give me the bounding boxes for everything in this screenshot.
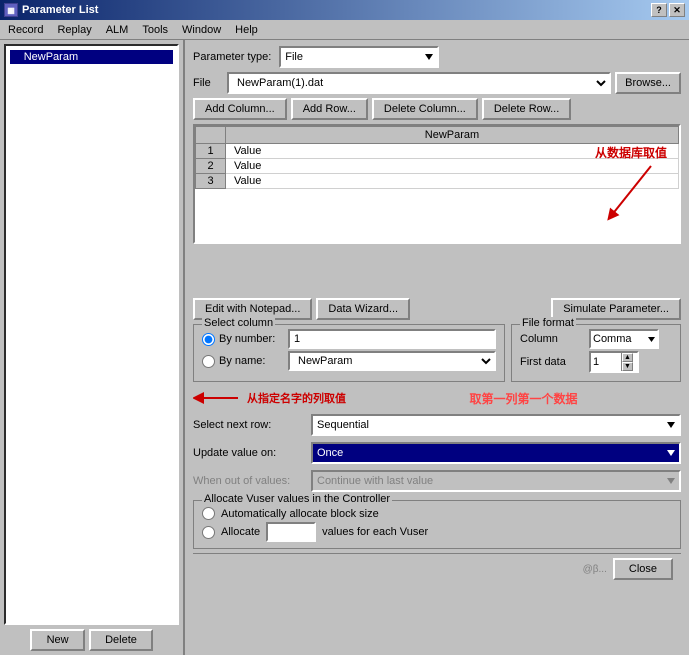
file-format-legend: File format [520,317,576,329]
tree-item-label: NewParam [24,51,78,63]
when-out-label: When out of values: [193,475,303,487]
table-col-header: NewParam [226,127,679,144]
first-data-label: First data [520,356,585,368]
spinbox-arrows: ▲ ▼ [621,353,633,371]
watermark: @β... [201,564,607,575]
file-input[interactable]: NewParam(1).dat [227,72,611,94]
update-value-select[interactable]: Once [311,442,681,464]
annotation-db: 从数据库取值 [591,144,671,221]
column-format-select[interactable]: Comma [589,329,659,349]
menu-replay[interactable]: Replay [51,22,97,38]
menu-record[interactable]: Record [2,22,49,38]
allocate-radio[interactable] [202,526,215,539]
window-title: Parameter List [22,4,98,16]
main-container: ◈ NewParam New Delete Parameter type: Fi… [0,40,689,655]
param-type-label: Parameter type: [193,51,271,63]
close-button[interactable]: Close [613,558,673,580]
tree-item-icon: ◈ [12,52,20,63]
browse-button[interactable]: Browse... [615,72,681,94]
delete-column-button[interactable]: Delete Column... [372,98,478,120]
menu-help[interactable]: Help [229,22,264,38]
auto-allocate-radio[interactable] [202,507,215,520]
select-next-row-select[interactable]: Sequential [311,414,681,436]
tree-area[interactable]: ◈ NewParam [4,44,179,625]
allocate-legend: Allocate Vuser values in the Controller [202,493,392,505]
by-number-row: By number: [202,329,496,349]
menu-bar: Record Replay ALM Tools Window Help [0,20,689,40]
table-row-num-header [196,127,226,144]
annotation-col-name: 从指定名字的列取值 [193,388,346,408]
by-name-label: By name: [219,355,284,367]
row-num-3: 3 [196,174,226,189]
by-number-radio[interactable] [202,333,215,346]
file-label: File [193,77,223,89]
annotation-db-text: 从数据库取值 [591,144,671,161]
by-number-label: By number: [219,333,284,345]
menu-window[interactable]: Window [176,22,227,38]
left-buttons: New Delete [4,625,179,651]
add-row-button[interactable]: Add Row... [291,98,368,120]
table-wrapper: NewParam 1 Value 2 Value 3 [193,124,681,294]
add-column-button[interactable]: Add Column... [193,98,287,120]
annotation-first-data: 取第一列第一个数据 [366,390,681,407]
by-name-select[interactable]: NewParam [288,351,496,371]
by-name-radio[interactable] [202,355,215,368]
close-title-button[interactable]: ✕ [669,3,685,17]
new-button[interactable]: New [30,629,85,651]
bottom-bar: @β... Close [193,553,681,584]
tree-item-newparam[interactable]: ◈ NewParam [10,50,173,64]
spin-up-button[interactable]: ▲ [622,353,633,362]
update-value-label: Update value on: [193,447,303,459]
when-out-row: When out of values: Continue with last v… [193,470,681,492]
file-format-group: File format Column Comma First data ▲ ▼ [511,324,681,382]
spin-down-button[interactable]: ▼ [622,362,633,371]
action-buttons-row: Add Column... Add Row... Delete Column..… [193,98,681,120]
allocate-group: Allocate Vuser values in the Controller … [193,500,681,549]
column-format-label: Column [520,333,585,345]
annotation-first-data-text: 取第一列第一个数据 [469,392,577,406]
select-next-row-row: Select next row: Sequential [193,414,681,436]
title-bar: ▦ Parameter List ? ✕ [0,0,689,20]
annotation-col-name-text: 从指定名字的列取值 [247,390,346,406]
row-num-1: 1 [196,144,226,159]
param-type-select[interactable]: File [279,46,439,68]
right-panel: Parameter type: File File NewParam(1).da… [185,40,689,655]
select-column-group: Select column By number: By name: NewPar… [193,324,505,382]
menu-tools[interactable]: Tools [136,22,174,38]
help-button[interactable]: ? [651,3,667,17]
by-number-input[interactable] [288,329,496,349]
annotations-row: 从指定名字的列取值 取第一列第一个数据 [193,388,681,408]
two-col-groups: Select column By number: By name: NewPar… [193,324,681,382]
when-out-select: Continue with last value [311,470,681,492]
param-type-row: Parameter type: File [193,46,681,68]
allocate-label: Allocate [221,526,260,538]
row-num-2: 2 [196,159,226,174]
auto-allocate-row: Automatically allocate block size [202,507,672,520]
column-format-row: Column Comma [520,329,672,349]
first-data-input[interactable] [591,353,621,371]
window-icon: ▦ [4,3,18,17]
file-row: File NewParam(1).dat Browse... [193,72,681,94]
menu-alm[interactable]: ALM [100,22,135,38]
delete-button[interactable]: Delete [89,629,153,651]
allocate-suffix: values for each Vuser [322,526,428,538]
select-next-row-label: Select next row: [193,419,303,431]
left-panel: ◈ NewParam New Delete [0,40,185,655]
first-data-row: First data ▲ ▼ [520,351,672,373]
data-wizard-button[interactable]: Data Wizard... [316,298,410,320]
select-column-legend: Select column [202,317,275,329]
delete-row-button[interactable]: Delete Row... [482,98,571,120]
by-name-row: By name: NewParam [202,351,496,371]
allocate-row-manual: Allocate values for each Vuser [202,522,672,542]
first-data-spinbox[interactable]: ▲ ▼ [589,351,639,373]
update-value-row: Update value on: Once [193,442,681,464]
auto-allocate-label: Automatically allocate block size [221,508,379,520]
allocate-input[interactable] [266,522,316,542]
